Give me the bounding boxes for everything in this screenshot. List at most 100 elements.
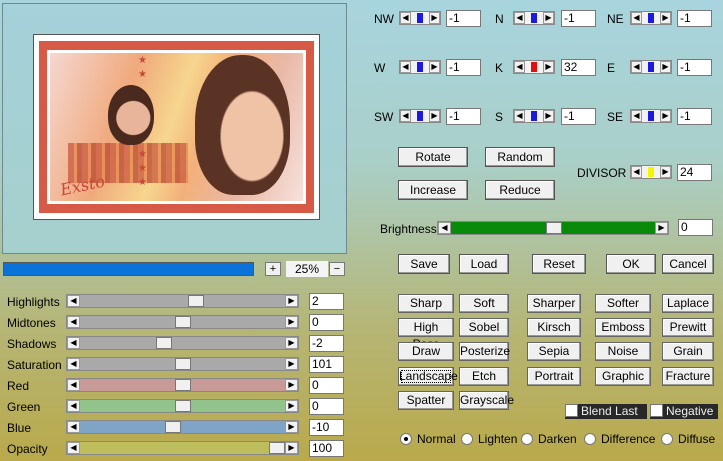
zoom-in-button[interactable]: + — [265, 262, 281, 276]
matrix-n-value[interactable]: -1 — [561, 10, 596, 27]
matrix-ne-value[interactable]: -1 — [677, 10, 712, 27]
filter-emboss-button[interactable]: Emboss — [595, 318, 651, 337]
filter-high-pass-button[interactable]: High Pass — [398, 318, 454, 351]
slider-right-arrow[interactable]: ▶ — [285, 421, 298, 433]
divisor-slider[interactable]: ◀ ▶ — [630, 165, 672, 179]
filter-sobel-button[interactable]: Sobel — [459, 318, 509, 337]
cancel-button[interactable]: Cancel — [662, 254, 714, 274]
filter-softer-button[interactable]: Softer — [595, 294, 651, 313]
filter-graphic-button[interactable]: Graphic — [595, 367, 651, 386]
slider-left-arrow[interactable]: ◀ — [67, 421, 80, 433]
filter-noise-button[interactable]: Noise — [595, 342, 651, 361]
matrix-ne-thumb[interactable] — [648, 13, 654, 23]
filter-draw-button[interactable]: Draw — [398, 342, 454, 361]
reduce-button[interactable]: Reduce — [485, 180, 555, 200]
random-button[interactable]: Random — [485, 147, 555, 167]
blue-value[interactable]: -10 — [309, 419, 344, 436]
matrix-s-thumb[interactable] — [531, 111, 537, 121]
green-value[interactable]: 0 — [309, 398, 344, 415]
highlights-value[interactable]: 2 — [309, 293, 344, 310]
slider-left-arrow[interactable]: ◀ — [67, 316, 80, 328]
matrix-n-slider[interactable]: ◀ ▶ — [513, 11, 555, 25]
increase-button[interactable]: Increase — [398, 180, 468, 200]
saturation-slider[interactable]: ◀ ▶ — [66, 357, 299, 371]
shadows-thumb[interactable] — [155, 337, 172, 349]
slider-right-arrow[interactable]: ▶ — [285, 358, 298, 370]
filter-landscape-button[interactable]: Landscape — [398, 367, 458, 386]
green-slider[interactable]: ◀ ▶ — [66, 399, 299, 413]
matrix-n-thumb[interactable] — [531, 13, 537, 23]
filter-etch-button[interactable]: Etch — [459, 367, 509, 386]
matrix-k-value[interactable]: 32 — [561, 59, 596, 76]
red-thumb[interactable] — [174, 379, 191, 391]
brightness-thumb[interactable] — [546, 222, 562, 234]
shadows-value[interactable]: -2 — [309, 335, 344, 352]
filter-sharper-button[interactable]: Sharper — [527, 294, 581, 313]
matrix-sw-slider[interactable]: ◀ ▶ — [399, 109, 441, 123]
filter-soft-button[interactable]: Soft — [459, 294, 509, 313]
save-button[interactable]: Save — [398, 254, 450, 274]
filter-prewitt-button[interactable]: Prewitt — [662, 318, 714, 337]
slider-left-arrow[interactable]: ◀ — [67, 442, 80, 454]
blend-mode-diffuse-radio[interactable]: Diffuse — [661, 433, 715, 446]
filter-sepia-button[interactable]: Sepia — [527, 342, 581, 361]
midtones-value[interactable]: 0 — [309, 314, 344, 331]
matrix-nw-thumb[interactable] — [417, 13, 423, 23]
matrix-se-value[interactable]: -1 — [677, 108, 712, 125]
divisor-thumb[interactable] — [648, 167, 654, 177]
slider-right-arrow[interactable]: ▶ — [285, 379, 298, 391]
slider-left-arrow[interactable]: ◀ — [67, 358, 80, 370]
red-value[interactable]: 0 — [309, 377, 344, 394]
blend-last-checkbox[interactable]: Blend Last — [565, 404, 647, 419]
slider-right-arrow[interactable]: ▶ — [285, 295, 298, 307]
filter-fracture-button[interactable]: Fracture — [662, 367, 714, 386]
divisor-value[interactable]: 24 — [677, 164, 712, 181]
brightness-slider[interactable]: ◀ ▶ — [437, 221, 669, 235]
opacity-thumb[interactable] — [269, 442, 285, 454]
blend-mode-darken-radio[interactable]: Darken — [521, 433, 577, 446]
matrix-k-slider[interactable]: ◀ ▶ — [513, 60, 555, 74]
zoom-out-button[interactable]: − — [329, 262, 345, 276]
blue-thumb[interactable] — [165, 421, 182, 433]
blend-mode-lighten-radio[interactable]: Lighten — [461, 433, 517, 446]
slider-right-arrow[interactable]: ▶ — [285, 337, 298, 349]
slider-left-arrow[interactable]: ◀ — [67, 379, 80, 391]
saturation-value[interactable]: 101 — [309, 356, 344, 373]
filter-grain-button[interactable]: Grain — [662, 342, 714, 361]
matrix-w-value[interactable]: -1 — [446, 59, 481, 76]
brightness-value[interactable]: 0 — [678, 219, 713, 236]
matrix-sw-value[interactable]: -1 — [446, 108, 481, 125]
filter-kirsch-button[interactable]: Kirsch — [527, 318, 581, 337]
rotate-button[interactable]: Rotate — [398, 147, 468, 167]
blend-mode-normal-radio[interactable]: Normal — [400, 433, 456, 446]
matrix-se-thumb[interactable] — [648, 111, 654, 121]
filter-grayscale-button[interactable]: Grayscale — [459, 391, 514, 410]
midtones-slider[interactable]: ◀ ▶ — [66, 315, 299, 329]
slider-left-arrow[interactable]: ◀ — [67, 400, 80, 412]
highlights-thumb[interactable] — [187, 295, 204, 307]
opacity-slider[interactable]: ◀ ▶ — [66, 441, 299, 455]
midtones-thumb[interactable] — [174, 316, 191, 328]
matrix-s-value[interactable]: -1 — [561, 108, 596, 125]
slider-right-arrow[interactable]: ▶ — [285, 316, 298, 328]
highlights-slider[interactable]: ◀ ▶ — [66, 294, 299, 308]
filter-sharp-button[interactable]: Sharp — [398, 294, 454, 313]
load-button[interactable]: Load — [459, 254, 509, 274]
matrix-sw-thumb[interactable] — [417, 111, 423, 121]
matrix-ne-slider[interactable]: ◀ ▶ — [630, 11, 672, 25]
slider-left-arrow[interactable]: ◀ — [67, 337, 80, 349]
saturation-thumb[interactable] — [174, 358, 191, 370]
negative-checkbox[interactable]: Negative — [650, 404, 718, 419]
filter-spatter-button[interactable]: Spatter — [398, 391, 454, 410]
blue-slider[interactable]: ◀ ▶ — [66, 420, 299, 434]
slider-right-arrow[interactable]: ▶ — [285, 400, 298, 412]
filter-posterize-button[interactable]: Posterize — [459, 342, 510, 361]
opacity-value[interactable]: 100 — [309, 440, 344, 457]
red-slider[interactable]: ◀ ▶ — [66, 378, 299, 392]
matrix-w-thumb[interactable] — [417, 62, 423, 72]
matrix-se-slider[interactable]: ◀ ▶ — [630, 109, 672, 123]
green-thumb[interactable] — [174, 400, 191, 412]
matrix-e-value[interactable]: -1 — [677, 59, 712, 76]
ok-button[interactable]: OK — [606, 254, 656, 274]
filter-laplace-button[interactable]: Laplace — [662, 294, 714, 313]
